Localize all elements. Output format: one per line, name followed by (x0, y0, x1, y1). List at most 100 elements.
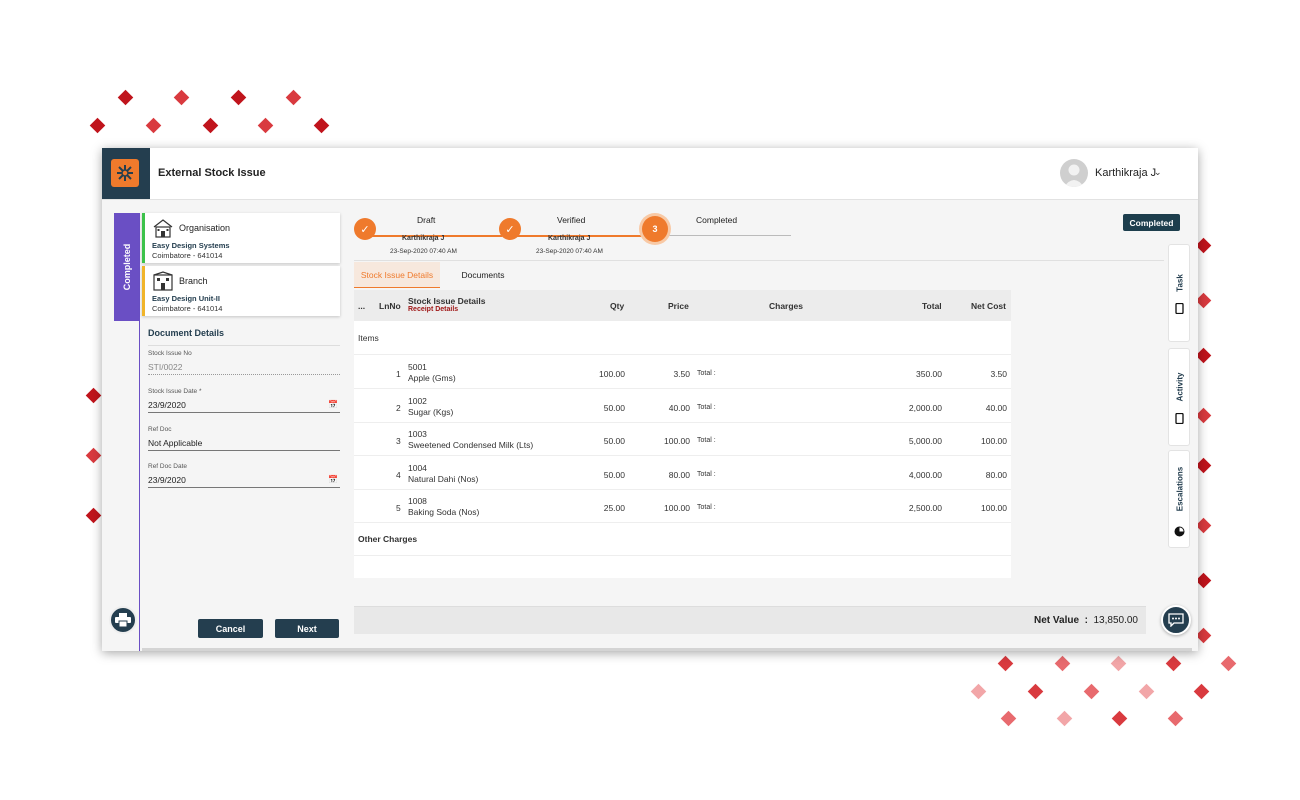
calendar-icon[interactable]: 📅 (328, 475, 338, 484)
item-price: 80.00 (668, 469, 690, 480)
items-label: Items (358, 333, 379, 343)
branch-card[interactable]: Branch Easy Design Unit-II Coimbatore - … (142, 266, 340, 316)
status-line (139, 321, 140, 651)
diamond-shape (313, 117, 330, 134)
printer-icon (115, 613, 131, 627)
tab-stock-issue-details[interactable]: Stock Issue Details (354, 262, 440, 288)
app-logo[interactable] (102, 148, 150, 199)
diamond-shape (1195, 517, 1212, 534)
step-draft-check-icon[interactable]: ✓ (354, 218, 376, 240)
diamond-shape (145, 117, 162, 134)
chevron-down-icon[interactable]: ⌄ (1154, 167, 1162, 178)
workflow-stepper: ✓ Draft Karthikraja J 23-Sep-2020 07:40 … (354, 214, 804, 264)
step-draft-date: 23-Sep-2020 07:40 AM (390, 248, 457, 255)
table-row[interactable]: 1 5001 Apple (Gms) 100.00 3.50 Total : 350.00 3… (354, 355, 1011, 389)
diamond-shape (202, 117, 219, 134)
status-badge: Completed (1123, 214, 1180, 231)
item-total: 4,000.00 (908, 469, 942, 480)
step-verified-date: 23-Sep-2020 07:40 AM (536, 248, 603, 255)
table-header: ... LnNo Stock Issue Details Receipt Det… (354, 290, 1011, 321)
stock-issue-no-value: STI/0022 (148, 362, 340, 375)
item-qty: 25.00 (603, 503, 625, 514)
divider (354, 260, 1164, 261)
net-value-separator: : (1084, 615, 1088, 626)
item-total-label: Total : (697, 403, 716, 411)
print-button[interactable] (109, 606, 137, 634)
col-price: Price (668, 301, 689, 311)
field-label: Stock Issue No (148, 350, 192, 357)
side-tab-activity[interactable]: Activity (1168, 348, 1190, 446)
item-total-label: Total : (697, 437, 716, 445)
side-tab-escalations[interactable]: Escalations (1168, 450, 1190, 548)
side-tab-task[interactable]: Task (1168, 244, 1190, 342)
item-price: 100.00 (664, 436, 690, 447)
item-total: 350.00 (916, 369, 942, 379)
item-code: 1008 (408, 496, 427, 507)
item-qty: 100.00 (599, 369, 625, 379)
organisation-card[interactable]: Organisation Easy Design Systems Coimbat… (142, 213, 340, 263)
col-net-cost: Net Cost (971, 301, 1006, 311)
diamond-shape (1195, 347, 1212, 364)
side-tab-escalations-label: Escalations (1175, 466, 1185, 512)
item-name: Natural Dahi (Nos) (408, 473, 479, 484)
ref-doc-date-value: 23/9/2020 (148, 475, 186, 485)
stock-issue-no-field: Stock Issue No STI/0022 (148, 350, 340, 375)
avatar[interactable] (1060, 159, 1088, 187)
diamond-shape (117, 89, 134, 106)
cancel-button[interactable]: Cancel (198, 619, 263, 638)
item-qty: 50.00 (603, 469, 625, 480)
diamond-shape (1054, 655, 1071, 672)
pie-icon (1174, 526, 1185, 537)
item-name: Baking Soda (Nos) (408, 507, 480, 518)
diamond-shape (285, 89, 302, 106)
diamond-shape (230, 89, 247, 106)
diamond-shape (1027, 683, 1044, 700)
item-qty: 50.00 (603, 436, 625, 447)
next-button[interactable]: Next (275, 619, 339, 638)
diamond-shape (1138, 683, 1155, 700)
calendar-icon[interactable]: 📅 (328, 400, 338, 409)
chat-button[interactable] (1161, 605, 1191, 635)
step-completed-number[interactable]: 3 (642, 216, 668, 242)
net-value: Net Value : 13,850.00 (1034, 615, 1138, 626)
table-row[interactable]: 4 1004 Natural Dahi (Nos) 50.00 80.00 Total :… (354, 456, 1011, 490)
horizontal-scrollbar[interactable] (142, 648, 1192, 651)
divider (148, 345, 340, 346)
diamond-shape (1195, 457, 1212, 474)
diamond-shape (1110, 655, 1127, 672)
tablet-icon (1175, 303, 1184, 314)
table-row[interactable]: 3 1003 Sweetened Condensed Milk (Lts) 50.00… (354, 422, 1011, 457)
document-details-heading: Document Details (148, 328, 225, 338)
ref-doc-field[interactable]: Ref Doc Not Applicable (148, 426, 340, 451)
ref-doc-date-input[interactable]: 23/9/2020 📅 (148, 475, 340, 488)
building-icon (153, 219, 173, 238)
table-row[interactable]: 5 1008 Baking Soda (Nos) 25.00 100.00 Total :… (354, 489, 1011, 524)
other-charges-section: Other Charges (354, 522, 1011, 556)
branch-title: Branch (179, 276, 208, 286)
user-name[interactable]: Karthikraja J (1095, 167, 1156, 179)
col-stock-issue-details: Stock Issue Details (408, 296, 486, 306)
item-price: 40.00 (668, 402, 690, 413)
table-row[interactable]: 2 1002 Sugar (Kgs) 50.00 40.00 Total : 2,000.0… (354, 389, 1011, 423)
diamond-shape (85, 447, 102, 464)
col-total: Total (922, 301, 942, 311)
organisation-title: Organisation (179, 223, 231, 233)
stock-issue-date-field[interactable]: Stock Issue Date * 23/9/2020 📅 (148, 388, 340, 413)
ref-doc-input[interactable]: Not Applicable (148, 438, 340, 451)
step-verified-check-icon[interactable]: ✓ (499, 218, 521, 240)
tab-documents[interactable]: Documents (450, 262, 516, 288)
item-total-label: Total : (697, 504, 716, 512)
col-receipt-details[interactable]: Receipt Details (408, 306, 458, 313)
diamond-shape (85, 507, 102, 524)
stock-issue-table: ... LnNo Stock Issue Details Receipt Det… (354, 290, 1011, 578)
diamond-shape (85, 387, 102, 404)
item-name: Sugar (Kgs) (408, 406, 454, 417)
ref-doc-date-field[interactable]: Ref Doc Date 23/9/2020 📅 (148, 463, 340, 488)
organisation-address: Coimbatore - 641014 (152, 251, 223, 260)
item-total: 5,000.00 (908, 436, 942, 447)
page-title: External Stock Issue (158, 167, 266, 179)
diamond-shape (1195, 407, 1212, 424)
item-code: 1004 (408, 462, 427, 473)
stock-issue-date-input[interactable]: 23/9/2020 📅 (148, 400, 340, 413)
row-menu-icon[interactable]: ... (358, 301, 365, 311)
